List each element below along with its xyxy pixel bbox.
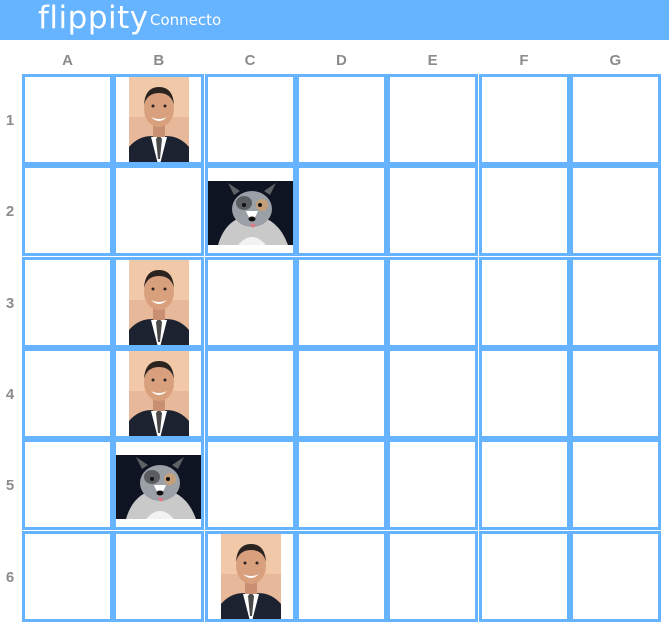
person-photo-piece (220, 533, 281, 619)
board-cell-a1[interactable] (22, 74, 113, 165)
app-title: Connecto (150, 11, 222, 29)
column-header-c: C (244, 52, 256, 69)
row-header-6: 6 (5, 568, 15, 586)
board-cell-f1[interactable] (478, 74, 570, 165)
board-cell-a6[interactable] (22, 530, 113, 622)
board-cell-e6[interactable] (387, 530, 479, 622)
board-cell-d5[interactable] (295, 439, 387, 531)
board-cell-b6[interactable] (113, 530, 205, 622)
row-header-3: 3 (5, 294, 15, 312)
board-cell-g6[interactable] (569, 530, 661, 622)
row-header-1: 1 (5, 112, 15, 129)
board-cell-f4[interactable] (478, 347, 570, 439)
board-cell-d4[interactable] (295, 347, 387, 439)
row-header-4: 4 (5, 385, 15, 403)
column-header-d: D (335, 52, 347, 69)
board-cell-d1[interactable] (295, 74, 387, 165)
column-header-e: E (427, 52, 438, 69)
board-cell-c3[interactable] (204, 256, 296, 348)
board-cell-g4[interactable] (569, 347, 661, 439)
board-cell-c6[interactable] (204, 530, 296, 622)
dog-photo-piece (116, 455, 202, 520)
board-cell-b1[interactable] (113, 74, 205, 165)
board-cell-e2[interactable] (387, 165, 479, 257)
board-cell-b2[interactable] (113, 165, 205, 257)
board-cell-a2[interactable] (22, 165, 113, 257)
person-photo-piece (129, 350, 190, 436)
row-header-5: 5 (5, 477, 15, 495)
person-photo-piece (129, 77, 190, 162)
board-cell-d6[interactable] (295, 530, 387, 622)
board-cell-b4[interactable] (113, 347, 205, 439)
board-cell-a4[interactable] (22, 347, 113, 439)
column-header-g: G (609, 52, 622, 69)
flippity-logo[interactable]: flippity (38, 0, 149, 38)
board-cell-g2[interactable] (569, 165, 661, 257)
dog-photo-piece (207, 181, 293, 246)
board-cell-c2[interactable] (204, 165, 296, 257)
board-cell-e5[interactable] (387, 439, 479, 531)
board-cell-a3[interactable] (22, 256, 113, 348)
person-photo-piece (129, 259, 190, 345)
board-cell-a5[interactable] (22, 439, 113, 531)
board-cell-g1[interactable] (569, 74, 661, 165)
board-cell-c1[interactable] (204, 74, 296, 165)
top-bar: flippity Connecto (0, 0, 669, 40)
column-header-f: F (519, 52, 529, 69)
board-cell-g3[interactable] (569, 256, 661, 348)
board-cell-e1[interactable] (387, 74, 479, 165)
board-cell-e4[interactable] (387, 347, 479, 439)
column-header-b: B (153, 52, 165, 69)
board-cell-e3[interactable] (387, 256, 479, 348)
game-board (22, 74, 663, 624)
board-cell-c5[interactable] (204, 439, 296, 531)
row-header-2: 2 (5, 203, 15, 221)
board-cell-c4[interactable] (204, 347, 296, 439)
board-cell-f5[interactable] (478, 439, 570, 531)
board-cell-g5[interactable] (569, 439, 661, 531)
board-cell-f3[interactable] (478, 256, 570, 348)
board-cell-d2[interactable] (295, 165, 387, 257)
board-cell-f6[interactable] (478, 530, 570, 622)
column-header-a: A (62, 52, 73, 69)
board-cell-d3[interactable] (295, 256, 387, 348)
board-cell-f2[interactable] (478, 165, 570, 257)
board-cell-b3[interactable] (113, 256, 205, 348)
board-cell-b5[interactable] (113, 439, 205, 531)
